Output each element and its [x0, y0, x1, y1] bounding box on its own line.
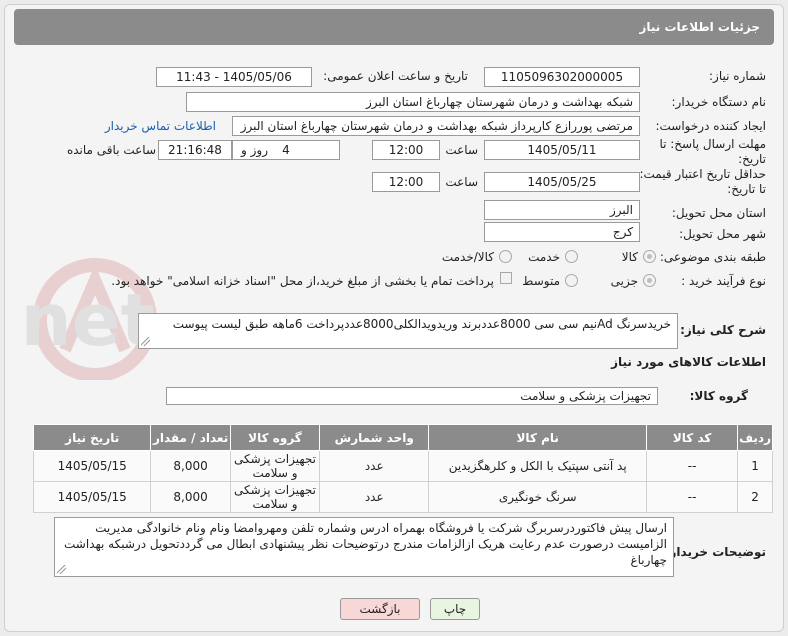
city-field[interactable]: کرج	[484, 222, 640, 242]
category-service-label: خدمت	[528, 250, 560, 264]
remaining-label: ساعت باقی مانده	[66, 143, 156, 157]
items-table-header: ردیف کد کالا نام کالا واحد شمارش گروه کا…	[32, 424, 773, 451]
category-goods-radio[interactable]	[643, 250, 656, 263]
creator-field[interactable]: مرتضی پوررازع کارپرداز شبکه بهداشت و درم…	[232, 116, 640, 136]
process-medium-radio[interactable]	[565, 274, 578, 287]
announce-label: تاریخ و ساعت اعلان عمومی:	[323, 69, 468, 83]
days-label: روز و	[241, 143, 268, 157]
process-label: نوع فرآیند خرید :	[681, 274, 766, 288]
buyer-org-field[interactable]: شبکه بهداشت و درمان شهرستان چهارباغ استا…	[186, 92, 640, 112]
creator-label: ایجاد کننده درخواست:	[655, 119, 766, 133]
category-goods-service-radio[interactable]	[499, 250, 512, 263]
table-row[interactable]: 1 -- پد آنتی سپتیک با الکل و کلرهگزیدین …	[32, 450, 773, 482]
cell-name: پد آنتی سپتیک با الکل و کلرهگزیدین	[428, 450, 648, 482]
deadline-time-label: ساعت	[445, 143, 478, 157]
treasury-payment-checkbox[interactable]	[500, 272, 512, 284]
print-button[interactable]: چاپ	[430, 598, 480, 620]
goods-group-field[interactable]: تجهیزات پزشکی و سلامت	[166, 387, 658, 405]
cell-group: تجهیزات پزشکی و سلامت	[229, 481, 321, 513]
col-group: گروه کالا	[229, 424, 321, 451]
summary-textarea[interactable]: خریدسرنگ Adنیم سی سی 8000عددبرند وریدوید…	[138, 313, 678, 349]
announce-field[interactable]: 1405/05/06 - 11:43	[156, 67, 312, 87]
process-partial-radio[interactable]	[643, 274, 656, 287]
cell-qty: 8,000	[150, 450, 231, 482]
need-number-field[interactable]: 1105096302000005	[484, 67, 640, 87]
cell-unit: عدد	[319, 450, 430, 482]
category-service-radio[interactable]	[565, 250, 578, 263]
validity-label: حداقل تاریخ اعتبار قیمت: تا تاریخ:	[639, 167, 766, 196]
city-label: شهر محل تحویل:	[679, 227, 766, 241]
col-qty: تعداد / مقدار	[150, 424, 231, 451]
col-unit: واحد شمارش	[319, 424, 430, 451]
cell-name: سرنگ خونگیری	[428, 481, 648, 513]
buyer-org-label: نام دستگاه خریدار:	[671, 95, 767, 109]
process-medium-label: متوسط	[522, 274, 560, 288]
col-row: ردیف	[737, 424, 773, 451]
category-label: طبقه بندی موضوعی:	[659, 250, 766, 264]
cell-code: --	[646, 450, 739, 482]
page-title: جزئیات اطلاعات نیاز	[14, 9, 774, 45]
cell-row: 1	[737, 450, 773, 482]
goods-info-title: اطلاعات کالاهای مورد نیاز	[611, 355, 766, 369]
deadline-time-field[interactable]: 12:00	[372, 140, 440, 160]
col-code: کد کالا	[646, 424, 739, 451]
buyer-notes-textarea[interactable]: ارسال پیش فاکتوردرسربرگ شرکت یا فروشگاه …	[54, 517, 674, 577]
resize-grip-icon[interactable]	[141, 337, 150, 346]
contact-buyer-link[interactable]: اطلاعات تماس خریدار	[105, 119, 216, 133]
cell-row: 2	[737, 481, 773, 513]
deadline-date-field[interactable]: 1405/05/11	[484, 140, 640, 160]
cell-code: --	[646, 481, 739, 513]
validity-time-label: ساعت	[445, 175, 478, 189]
treasury-payment-label: پرداخت تمام یا بخشی از مبلغ خرید،از محل …	[111, 274, 494, 288]
cell-unit: عدد	[319, 481, 430, 513]
process-partial-label: جزیی	[610, 274, 638, 288]
validity-time-field[interactable]: 12:00	[372, 172, 440, 192]
province-label: استان محل تحویل:	[671, 206, 766, 220]
validity-date-field[interactable]: 1405/05/25	[484, 172, 640, 192]
summary-text: خریدسرنگ Adنیم سی سی 8000عددبرند وریدوید…	[172, 317, 671, 331]
cell-date: 1405/05/15	[32, 481, 152, 513]
buyer-notes-text: ارسال پیش فاکتوردرسربرگ شرکت یا فروشگاه …	[64, 521, 667, 567]
items-table: ردیف کد کالا نام کالا واحد شمارش گروه کا…	[32, 424, 773, 513]
col-name: نام کالا	[428, 424, 648, 451]
cell-date: 1405/05/15	[32, 450, 152, 482]
category-goods-service-label: کالا/خدمت	[441, 250, 494, 264]
province-field[interactable]: البرز	[484, 200, 640, 220]
back-button[interactable]: بازگشت	[340, 598, 420, 620]
need-number-label: شماره نیاز:	[709, 69, 766, 83]
remaining-time-field[interactable]: 21:16:48	[158, 140, 232, 160]
resize-grip-icon[interactable]	[57, 565, 66, 574]
buyer-notes-label: توضیحات خریدار:	[664, 545, 766, 559]
summary-label: شرح کلی نیاز:	[680, 323, 766, 337]
goods-group-label: گروه کالا:	[689, 389, 748, 403]
deadline-label: مهلت ارسال پاسخ: تا تاریخ:	[659, 137, 766, 166]
table-row[interactable]: 2 -- سرنگ خونگیری عدد تجهیزات پزشکی و سل…	[32, 481, 773, 513]
category-goods-label: کالا	[621, 250, 638, 264]
cell-qty: 8,000	[150, 481, 231, 513]
col-date: تاریخ نیاز	[32, 424, 152, 451]
cell-group: تجهیزات پزشکی و سلامت	[229, 450, 321, 482]
